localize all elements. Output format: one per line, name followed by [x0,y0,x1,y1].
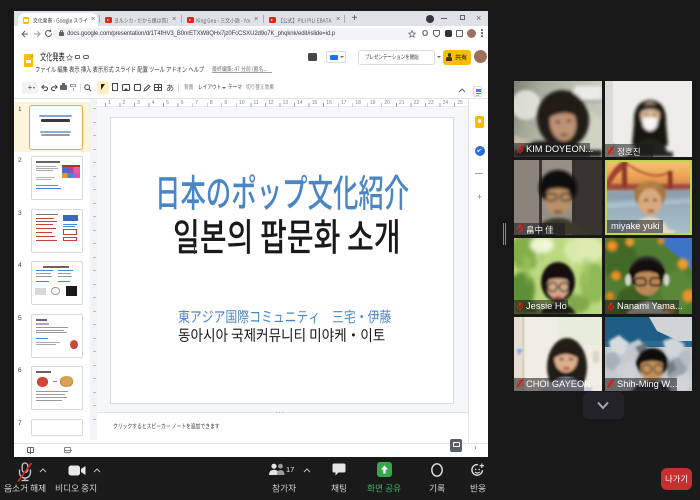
svg-text:17: 17 [286,465,294,474]
